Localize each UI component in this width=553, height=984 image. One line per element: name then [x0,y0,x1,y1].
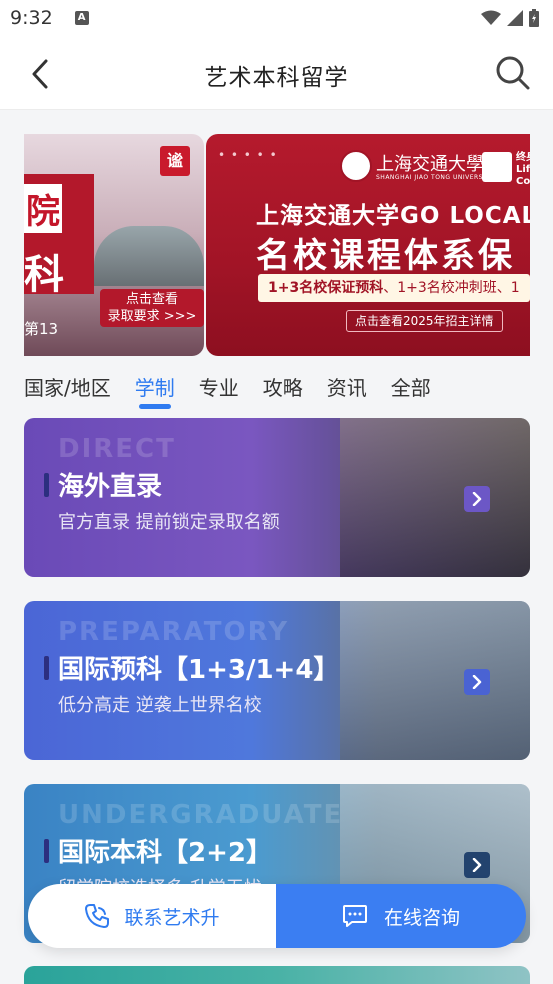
brand-logo: 谧 [160,146,190,176]
banner-left-footer: 第13 [24,320,59,338]
phone-icon [85,904,110,928]
tab-all[interactable]: 全部 [391,362,431,401]
tab-label: 全部 [390,376,431,400]
partner-text: 终身 Life Coll [516,152,530,187]
banner-left-cta[interactable]: 点击查看 录取要求 >>> [100,289,204,327]
tab-program[interactable]: 学制 [134,362,175,409]
search-button[interactable] [493,53,533,93]
program-card-preparatory[interactable]: PREPARATORY 国际预科【1+3/1+4】 低分高走 逆袭上世界名校 [24,601,530,760]
card-eyebrow: DIRECT [58,434,176,464]
tab-region[interactable]: 国家/地区 [24,362,111,401]
graduates-photo [340,418,530,577]
card-subtitle: 官方直录 提前锁定录取名额 [58,512,280,533]
card-subtitle: 低分高走 逆袭上世界名校 [58,695,262,716]
university-seal-icon [340,150,372,182]
tab-label: 资讯 [326,376,367,400]
page-title: 艺术本科留学 [204,65,349,91]
banner-pill-rest: 、1+3名校冲刺班、1 [383,280,520,296]
university-name: 上海交通大學 [376,154,484,175]
banner-left-cta-line-1: 点击查看 [125,292,178,307]
online-consult-button[interactable]: 在线咨询 [276,884,526,948]
card-eyebrow: PREPARATORY [58,617,290,647]
signal-icon [507,10,523,26]
search-icon [496,56,530,90]
card-accent-bar [44,473,49,497]
bottom-action-bar: 联系艺术升 在线咨询 [28,884,526,948]
status-bar: 9:32 A [0,0,553,36]
consult-label: 在线咨询 [383,906,460,929]
card-arrow-button[interactable] [464,669,490,695]
students-photo [340,601,530,760]
card-title: 国际预科【1+3/1+4】 [58,655,340,685]
battery-icon [529,9,539,27]
banner-footer-link[interactable]: 点击查看2025年招主详情 [346,310,503,332]
chevron-right-icon [472,492,482,506]
banner-slide-current[interactable]: • • • • • 上海交通大學 SHANGHAI JIAO TONG UNIV… [206,134,530,356]
contact-label: 联系艺术升 [124,906,220,929]
banner-pill-bold: 1+3名校保证预科 [268,280,384,296]
banner-left-char-1: 院 [24,184,62,233]
active-tab-indicator [138,404,171,409]
tab-major[interactable]: 专业 [199,362,239,401]
wifi-icon [481,10,501,25]
card-accent-bar [44,656,49,680]
tab-label: 专业 [198,376,239,400]
university-name-en: SHANGHAI JIAO TONG UNIVERSITY [376,174,494,181]
banner-left-char-2: 科 [24,252,64,298]
banner-headline-2: 名校课程体系保 [256,236,515,276]
tab-guide[interactable]: 攻略 [263,362,303,401]
card-eyebrow: UNDERGRADUATE [58,800,344,830]
card-accent-bar [44,839,49,863]
banner-slide-previous[interactable]: 院 科 谧 点击查看 录取要求 >>> 第13 [24,134,204,356]
contact-button[interactable]: 联系艺术升 [28,884,276,948]
tab-news[interactable]: 资讯 [327,362,367,401]
status-time: 9:32 [10,7,53,29]
banner-headline: 上海交通大学GO LOCAL [256,203,530,229]
chat-icon [342,905,367,927]
partner-logo-icon [482,152,512,182]
card-arrow-button[interactable] [464,852,490,878]
card-title: 海外直录 [58,472,163,502]
category-tabs: 国家/地区 学制 专业 攻略 资讯 全部 [24,362,455,412]
card-title: 国际本科【2+2】 [58,838,272,868]
status-icons [481,9,539,27]
campus-image [94,226,204,286]
tab-label: 攻略 [262,376,303,400]
banner-pill: 1+3名校保证预科、1+3名校冲刺班、1 [258,274,530,302]
program-card-direct[interactable]: DIRECT 海外直录 官方直录 提前锁定录取名额 [24,418,530,577]
chevron-right-icon [472,675,482,689]
notification-icon: A [74,11,89,25]
tab-label: 国家/地区 [24,376,111,400]
banner-dots: • • • • • [218,148,278,162]
program-card-next[interactable] [24,966,530,984]
chevron-right-icon [472,858,482,872]
tab-label: 学制 [134,376,175,400]
banner-carousel[interactable]: 院 科 谧 点击查看 录取要求 >>> 第13 • • • • • 上海交通大學… [24,134,530,356]
card-arrow-button[interactable] [464,486,490,512]
banner-left-cta-line-2: 录取要求 >>> [107,309,197,324]
nav-bar: 艺术本科留学 [0,36,553,110]
